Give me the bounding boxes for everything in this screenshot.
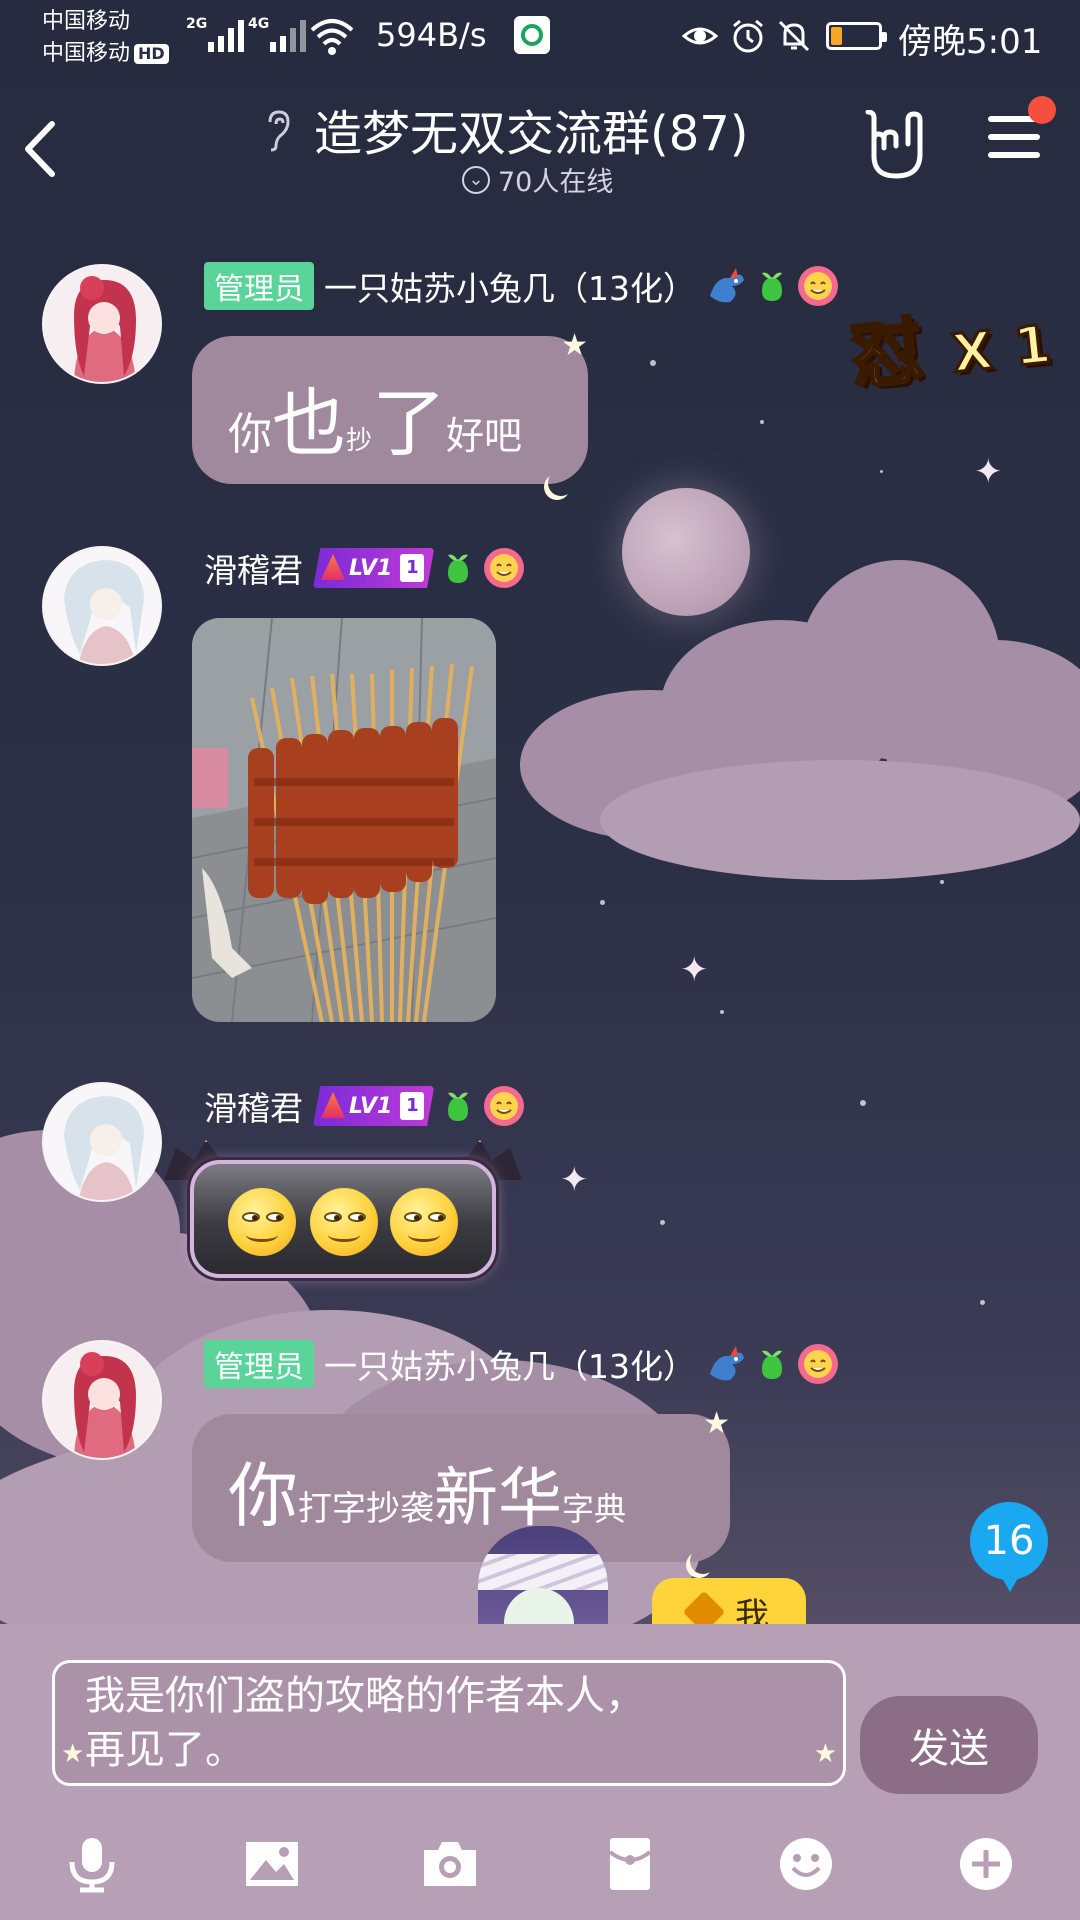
moon-decoration — [690, 1548, 716, 1574]
flower-smile-icon — [484, 548, 525, 588]
message-input-line-2: 再见了。 — [85, 1727, 245, 1773]
sender-name[interactable]: 一只姑苏小兔几（13化） — [324, 1340, 696, 1388]
sender-name[interactable]: 一只姑苏小兔几（13化） — [324, 262, 696, 310]
moon-decoration — [548, 470, 574, 496]
red-packet-icon[interactable] — [600, 1834, 660, 1894]
level-label: LV1 — [349, 555, 393, 581]
eye-icon — [682, 27, 718, 45]
online-count-label: 70人在线 — [498, 167, 614, 198]
flower-smile-icon — [484, 1086, 525, 1126]
meat-skewers-photo[interactable] — [192, 618, 496, 1022]
dragon-badge-icon — [710, 268, 744, 303]
sender-name[interactable]: 滑稽君 — [204, 544, 303, 592]
message-input-line-1: 我是你们盗的攻略的作者本人， — [85, 1673, 645, 1719]
chevron-down-icon: ⌄ — [462, 165, 490, 194]
bubble-text: 你 — [228, 409, 272, 460]
avatar[interactable] — [42, 1082, 162, 1202]
wifi-icon — [310, 19, 354, 55]
status-bar: 中国移动 中国移动 HD 2G 4G 594B/s 傍晚5:01 — [0, 0, 1080, 80]
message-sender: 管理员 一只姑苏小兔几（13化） — [204, 1340, 840, 1388]
input-area: 我是你们盗的攻略的作者本人， 再见了。 ★ ★ 发送 — [0, 1624, 1080, 1920]
level-number: 1 — [400, 1092, 425, 1120]
admin-badge: 管理员 — [204, 262, 314, 310]
microphone-icon[interactable] — [62, 1834, 122, 1894]
online-count[interactable]: ⌄ 70人在线 — [462, 160, 613, 199]
dragon-badge-icon — [710, 1346, 744, 1381]
back-arrow-icon[interactable] — [18, 114, 68, 184]
star-decoration: ★ — [703, 1406, 730, 1441]
send-button[interactable]: 发送 — [860, 1696, 1038, 1794]
flower-smile-icon — [798, 1344, 838, 1384]
admin-badge: 管理员 — [204, 1340, 314, 1388]
bubble-text: 你 — [228, 1455, 298, 1537]
china-mobile-app-icon — [514, 16, 550, 54]
avatar[interactable] — [42, 1340, 162, 1460]
level-badge: LV1 1 — [313, 548, 435, 588]
star-decoration: ★ — [61, 1739, 85, 1769]
flower-smile-icon — [798, 266, 838, 306]
net-4g-label: 4G — [248, 16, 270, 32]
carrier-2-label: 中国移动 — [42, 41, 131, 66]
sprout-badge-icon — [448, 1092, 469, 1121]
input-toolbar — [0, 1816, 1080, 1916]
carrier-info: 中国移动 中国移动 HD — [42, 6, 169, 70]
message-bubble[interactable]: 你也抄了好吧 ★ — [192, 328, 588, 484]
moon-decoration — [622, 488, 750, 616]
battery-icon — [826, 22, 887, 50]
smirk-emoji-icon — [228, 1188, 296, 1256]
bubble-text: 打字抄袭 — [298, 1489, 434, 1529]
combo-word: 怼 — [845, 306, 930, 400]
group-title[interactable]: 造梦无双交流群(87) — [314, 94, 749, 164]
avatar[interactable] — [42, 264, 162, 384]
status-time: 傍晚5:01 — [898, 22, 1043, 62]
plus-icon[interactable] — [956, 1834, 1016, 1894]
battery-fill — [831, 27, 842, 45]
sprout-badge-icon — [448, 554, 469, 583]
sprout-badge-icon — [762, 272, 782, 301]
notification-dot — [1028, 96, 1056, 124]
camera-icon[interactable] — [420, 1834, 480, 1894]
alarm-icon — [733, 19, 763, 53]
sender-name[interactable]: 滑稽君 — [204, 1082, 303, 1130]
smirk-emoji-icon — [310, 1188, 378, 1256]
hd-badge: HD — [134, 44, 169, 64]
unread-count-badge[interactable]: 16 — [970, 1502, 1048, 1592]
combo-times: X 1 — [948, 313, 1057, 386]
message-sender: 管理员 一只姑苏小兔几（13化） — [204, 262, 840, 310]
star-decoration: ★ — [813, 1739, 837, 1769]
bubble-text: 了 — [372, 381, 447, 467]
bubble-text: 抄 — [346, 426, 373, 456]
bubble-text: 字典 — [562, 1490, 627, 1528]
emoji-message[interactable] — [190, 1160, 496, 1278]
level-label: LV1 — [349, 1093, 393, 1119]
carrier-1-label: 中国移动 — [42, 9, 131, 34]
sprout-badge-icon — [762, 1350, 782, 1379]
message-sender: 滑稽君 LV1 1 — [204, 1082, 526, 1130]
bubble-text: 也 — [272, 381, 346, 467]
rock-hand-icon[interactable] — [862, 110, 932, 182]
message-sender: 滑稽君 LV1 1 — [204, 544, 526, 592]
net-speed: 594B/s — [376, 16, 487, 54]
star-decoration: ★ — [561, 328, 588, 363]
combo-effect: 怼 X 1 — [845, 278, 1057, 403]
ear-icon[interactable] — [262, 108, 292, 152]
bubble-text: 新华 — [434, 1462, 562, 1536]
mascot-character — [478, 1526, 608, 1626]
net-2g-label: 2G — [186, 16, 208, 32]
avatar[interactable] — [42, 546, 162, 666]
message-input[interactable]: 我是你们盗的攻略的作者本人， 再见了。 ★ ★ — [52, 1660, 846, 1786]
message-bubble[interactable]: 你打字抄袭新华字典 ★ — [192, 1406, 730, 1562]
chat-header: 造梦无双交流群(87) ⌄ 70人在线 — [0, 80, 1080, 220]
menu-icon[interactable] — [988, 116, 1044, 172]
mute-bell-icon — [778, 20, 810, 52]
smirk-emoji-icon — [390, 1188, 458, 1256]
emoji-icon[interactable] — [776, 1834, 836, 1894]
image-icon[interactable] — [242, 1834, 302, 1894]
bubble-text: 好吧 — [446, 414, 523, 458]
level-badge: LV1 1 — [313, 1086, 435, 1126]
level-number: 1 — [400, 554, 425, 582]
